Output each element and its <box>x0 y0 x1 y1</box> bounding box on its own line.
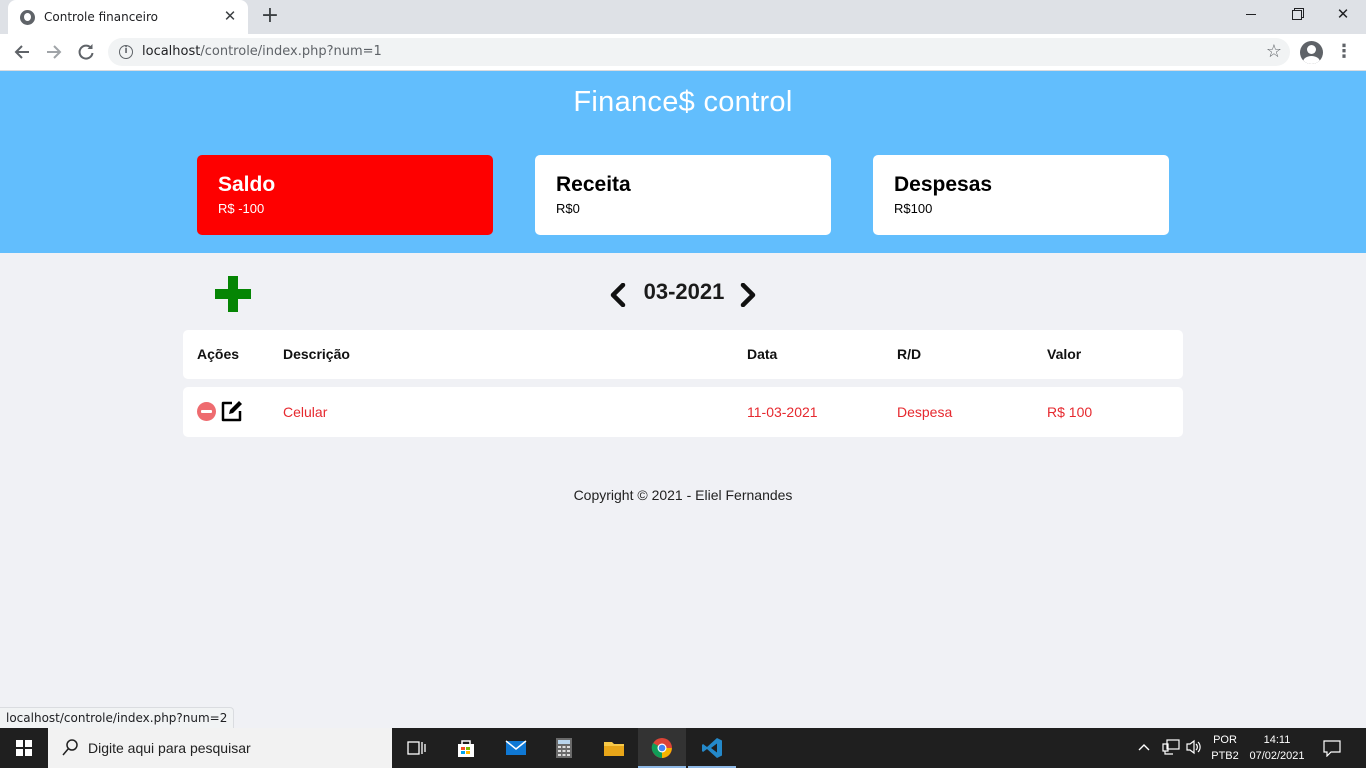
store-icon[interactable] <box>442 728 490 768</box>
tab-title: Controle financeiro <box>44 10 159 24</box>
receita-value: R$0 <box>556 201 580 216</box>
notifications-icon[interactable] <box>1322 739 1342 758</box>
row-data: 11-03-2021 <box>747 404 818 420</box>
header-rd: R/D <box>897 346 922 362</box>
row-rd: Despesa <box>897 404 953 420</box>
table-header: Ações Descrição Data R/D Valor <box>183 330 1183 379</box>
task-view-icon[interactable] <box>392 728 440 768</box>
browser-toolbar: i localhost/controle/index.php?num=1 ☆ ⋮ <box>0 34 1366 71</box>
lang-bottom: PTB2 <box>1211 750 1239 762</box>
clock-date: 07/02/2021 <box>1249 750 1305 762</box>
browser-titlebar: Controle financeiro ✕ + ✕ <box>0 0 1366 34</box>
header-data: Data <box>747 346 778 362</box>
volume-icon[interactable] <box>1186 739 1202 768</box>
header-banner: Finance$ control Saldo R$ -100 Receita R… <box>0 71 1366 253</box>
mail-icon[interactable] <box>492 728 540 768</box>
despesas-value: R$100 <box>894 201 933 216</box>
row-valor: R$ 100 <box>1047 404 1093 420</box>
copyright-footer: Copyright © 2021 - Eliel Fernandes <box>573 487 793 503</box>
profile-avatar-icon[interactable] <box>1300 41 1323 64</box>
bookmark-star-icon[interactable]: ☆ <box>1266 41 1282 62</box>
network-icon[interactable] <box>1162 739 1180 755</box>
file-explorer-icon[interactable] <box>590 728 638 768</box>
input-language[interactable]: POR PTB2 <box>1208 732 1242 768</box>
current-month: 03-2021 <box>643 279 725 304</box>
search-icon <box>62 739 78 756</box>
windows-taskbar: Digite aqui para pesquisar POR PTB2 14:1… <box>0 728 1366 768</box>
reload-icon[interactable] <box>72 38 100 66</box>
clock-time: 14:11 <box>1263 734 1291 746</box>
vscode-icon[interactable] <box>688 728 736 768</box>
tab-close-icon[interactable]: ✕ <box>220 6 240 26</box>
new-tab-button[interactable]: + <box>258 4 282 28</box>
delete-minus-icon[interactable] <box>197 402 216 421</box>
app-title: Finance$ control <box>573 86 793 118</box>
minimize-button[interactable] <box>1228 0 1274 30</box>
despesas-card: Despesas R$100 <box>873 155 1169 235</box>
row-descricao: Celular <box>283 404 328 420</box>
receita-card: Receita R$0 <box>535 155 831 235</box>
search-placeholder: Digite aqui para pesquisar <box>88 740 251 756</box>
table-row: Celular 11-03-2021 Despesa R$ 100 <box>183 387 1183 437</box>
globe-icon <box>20 10 35 25</box>
header-valor: Valor <box>1047 346 1082 362</box>
calculator-icon[interactable] <box>540 728 588 768</box>
header-descricao: Descrição <box>283 346 350 362</box>
status-url-bubble: localhost/controle/index.php?num=2 <box>0 707 235 728</box>
back-arrow-icon[interactable] <box>8 38 36 66</box>
saldo-value: R$ -100 <box>218 201 265 216</box>
add-transaction-plus-icon[interactable] <box>215 276 251 312</box>
close-window-button[interactable]: ✕ <box>1320 0 1366 30</box>
browser-tab[interactable]: Controle financeiro ✕ <box>8 0 248 34</box>
month-navigator: 03-2021 <box>608 279 760 307</box>
receita-label: Receita <box>556 173 631 196</box>
despesas-label: Despesas <box>894 173 993 196</box>
taskbar-search[interactable]: Digite aqui para pesquisar <box>48 728 392 768</box>
chrome-icon[interactable] <box>638 728 686 768</box>
edit-icon[interactable] <box>220 400 244 422</box>
previous-month-chevron-icon[interactable] <box>608 283 628 307</box>
next-month-chevron-icon[interactable] <box>738 283 758 307</box>
page-content: Finance$ control Saldo R$ -100 Receita R… <box>0 71 1366 728</box>
tray-show-hidden-icon[interactable] <box>1138 737 1150 768</box>
forward-arrow-icon[interactable] <box>40 38 68 66</box>
saldo-card: Saldo R$ -100 <box>197 155 493 235</box>
address-bar[interactable]: i localhost/controle/index.php?num=1 ☆ <box>108 38 1290 66</box>
clock[interactable]: 14:11 07/02/2021 <box>1244 732 1310 768</box>
url-host: localhost <box>142 44 201 59</box>
site-info-icon[interactable]: i <box>119 45 133 59</box>
restore-button[interactable] <box>1274 0 1320 30</box>
header-acoes: Ações <box>197 346 240 362</box>
browser-menu-icon[interactable]: ⋮ <box>1334 38 1354 66</box>
start-button[interactable] <box>0 728 48 768</box>
saldo-label: Saldo <box>218 173 276 196</box>
address-url: localhost/controle/index.php?num=1 <box>142 44 382 59</box>
url-path: /controle/index.php?num=1 <box>200 44 382 59</box>
windows-logo-icon <box>16 740 32 756</box>
lang-top: POR <box>1213 734 1237 746</box>
